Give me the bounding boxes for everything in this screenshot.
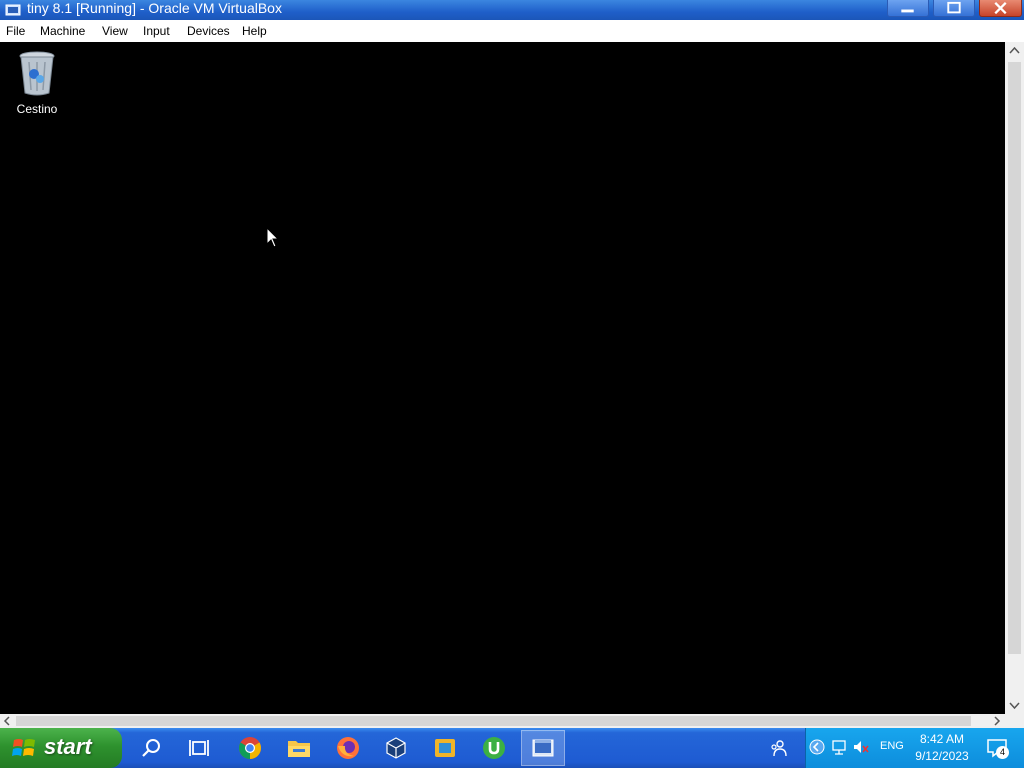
maximize-button[interactable]: [933, 0, 975, 17]
menu-file[interactable]: File: [6, 20, 25, 42]
clock-time[interactable]: 8:42 AM: [918, 732, 966, 746]
notification-count-badge: 4: [996, 746, 1009, 759]
taskbar-virtualbox-button[interactable]: [374, 730, 418, 766]
volume-muted-icon[interactable]: [852, 738, 870, 756]
taskbar: start ENG 8:42 AM 9/12/2023 4: [0, 728, 1024, 768]
virtualbox-app-icon: [5, 4, 21, 16]
taskbar-vm-window-button[interactable]: [521, 730, 565, 766]
close-button[interactable]: [979, 0, 1022, 17]
scroll-down-icon[interactable]: [1005, 696, 1024, 714]
menu-help[interactable]: Help: [242, 20, 267, 42]
taskbar-file-explorer-button[interactable]: [277, 730, 321, 766]
menu-devices[interactable]: Devices: [187, 20, 230, 42]
start-button[interactable]: start: [0, 728, 122, 768]
menu-input[interactable]: Input: [143, 20, 170, 42]
window-title: tiny 8.1 [Running] - Oracle VM VirtualBo…: [27, 0, 282, 16]
firefox-icon: [337, 737, 359, 759]
taskbar-task-view-button[interactable]: [177, 730, 221, 766]
menu-machine[interactable]: Machine: [40, 20, 85, 42]
search-icon: [142, 739, 160, 757]
recycle-bin-icon: [19, 51, 55, 96]
people-icon[interactable]: [768, 738, 788, 758]
task-view-icon: [189, 740, 209, 756]
start-label: start: [44, 734, 92, 759]
desktop-icon-label: Cestino: [16, 102, 58, 116]
mouse-pointer-icon: [266, 227, 280, 248]
taskbar-utorrent-button[interactable]: [472, 730, 516, 766]
title-bar[interactable]: tiny 8.1 [Running] - Oracle VM VirtualBo…: [0, 0, 1024, 20]
vm-window-icon: [532, 739, 554, 757]
close-icon: [994, 2, 1007, 15]
scroll-right-icon[interactable]: [990, 714, 1004, 728]
guest-desktop[interactable]: Cestino: [0, 42, 1005, 714]
scroll-left-icon[interactable]: [0, 714, 14, 728]
vertical-scroll-thumb[interactable]: [1008, 62, 1021, 654]
language-indicator[interactable]: ENG: [880, 740, 904, 752]
taskbar-app-button[interactable]: [423, 730, 467, 766]
taskbar-firefox-button[interactable]: [326, 730, 370, 766]
taskbar-search-button[interactable]: [129, 730, 173, 766]
system-tray: ENG 8:42 AM 9/12/2023 4: [805, 728, 1024, 768]
scroll-up-icon[interactable]: [1005, 42, 1024, 60]
utorrent-icon: [483, 737, 505, 759]
taskbar-chrome-button[interactable]: [228, 730, 272, 766]
network-icon[interactable]: [830, 738, 848, 756]
scrollbar-corner: [1005, 714, 1024, 728]
menu-bar: File Machine View Input Devices Help: [0, 20, 1024, 42]
file-explorer-icon: [288, 741, 310, 757]
horizontal-scroll-thumb[interactable]: [16, 716, 971, 726]
windows-logo-icon: [12, 739, 35, 756]
virtualbox-window: tiny 8.1 [Running] - Oracle VM VirtualBo…: [0, 0, 1024, 768]
chrome-icon: [239, 737, 261, 759]
maximize-icon: [947, 1, 961, 14]
minimize-button[interactable]: [887, 0, 929, 17]
vertical-scrollbar[interactable]: [1005, 42, 1024, 714]
horizontal-scrollbar[interactable]: [0, 714, 1005, 728]
minimize-icon: [901, 9, 914, 13]
menu-view[interactable]: View: [102, 20, 128, 42]
virtualbox-icon: [386, 737, 406, 759]
clock-date[interactable]: 9/12/2023: [912, 749, 972, 763]
show-hidden-icons-icon[interactable]: [808, 738, 826, 756]
desktop-icon-recycle-bin[interactable]: Cestino: [10, 50, 64, 116]
app-icon: [435, 739, 455, 757]
